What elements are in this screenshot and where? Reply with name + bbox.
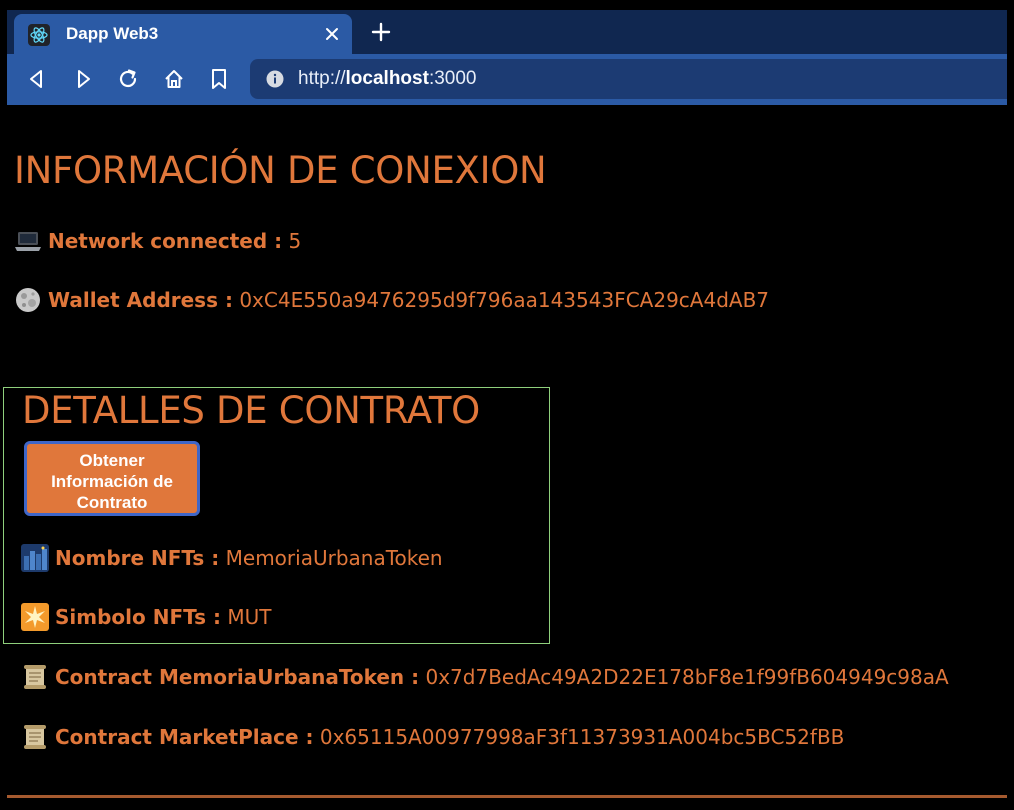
new-tab-plus-icon[interactable] [369, 20, 393, 44]
nft-symbol-value: MUT [227, 605, 272, 629]
scroll-icon [24, 725, 46, 749]
night-city-icon [21, 544, 49, 572]
network-row: Network connected : 5 [14, 227, 301, 255]
network-label: Network connected : [48, 229, 283, 253]
token-contract-address: 0x7d7BedAc49A2D22E178bF8e1f99fB604949c98… [425, 665, 949, 689]
scroll-icon [24, 665, 46, 689]
connection-heading: INFORMACIÓN DE CONEXION [14, 149, 547, 192]
contract-heading: DETALLES DE CONTRATO [22, 389, 480, 432]
wallet-address: 0xC4E550a9476295d9f796aa143543FCA29cA4dA… [239, 288, 770, 312]
address-bar[interactable]: http://localhost:3000 [250, 59, 1007, 99]
url-host: localhost [345, 68, 429, 89]
info-icon[interactable] [266, 70, 284, 88]
wallet-label: Wallet Address : [48, 288, 233, 312]
home-icon[interactable] [162, 67, 186, 91]
marketplace-contract-label: Contract MarketPlace : [55, 725, 314, 749]
get-contract-info-button[interactable]: Obtener Información de Contrato [24, 441, 200, 516]
moon-icon [16, 288, 40, 312]
nft-symbol-row: Simbolo NFTs : MUT [21, 603, 271, 631]
url-port: :3000 [428, 68, 477, 89]
marketplace-contract-row: Contract MarketPlace : 0x65115A00977998a… [21, 723, 844, 751]
nft-name-label: Nombre NFTs : [55, 546, 220, 570]
forward-arrow-icon[interactable] [71, 67, 95, 91]
sparkle-icon [21, 603, 49, 631]
bookmark-icon[interactable] [207, 67, 231, 91]
nft-name-value: MemoriaUrbanaToken [225, 546, 443, 570]
url-text[interactable]: http://localhost:3000 [298, 59, 476, 99]
url-scheme: http:// [298, 68, 346, 89]
tab-title: Dapp Web3 [66, 24, 159, 43]
wallet-row: Wallet Address : 0xC4E550a9476295d9f796a… [14, 286, 769, 314]
back-arrow-icon[interactable] [25, 67, 49, 91]
divider [7, 795, 1007, 798]
laptop-icon [15, 232, 41, 251]
browser-toolbar: http://localhost:3000 [7, 54, 1007, 105]
close-icon[interactable] [322, 24, 342, 44]
page-content: INFORMACIÓN DE CONEXION Network connecte… [0, 105, 1014, 810]
marketplace-contract-address: 0x65115A00977998aF3f11373931A004bc5BC52f… [319, 725, 845, 749]
tab-bar: Dapp Web3 [7, 10, 1007, 54]
token-contract-label: Contract MemoriaUrbanaToken : [55, 665, 420, 689]
active-tab[interactable]: Dapp Web3 [14, 14, 352, 54]
network-value: 5 [288, 229, 302, 253]
reload-icon[interactable] [116, 67, 140, 91]
nft-symbol-label: Simbolo NFTs : [55, 605, 221, 629]
browser-chrome: Dapp Web3 http://localhost:3000 [7, 10, 1007, 105]
nft-name-row: Nombre NFTs : MemoriaUrbanaToken [21, 544, 443, 572]
token-contract-row: Contract MemoriaUrbanaToken : 0x7d7BedAc… [21, 663, 949, 691]
react-favicon-icon [28, 24, 50, 46]
